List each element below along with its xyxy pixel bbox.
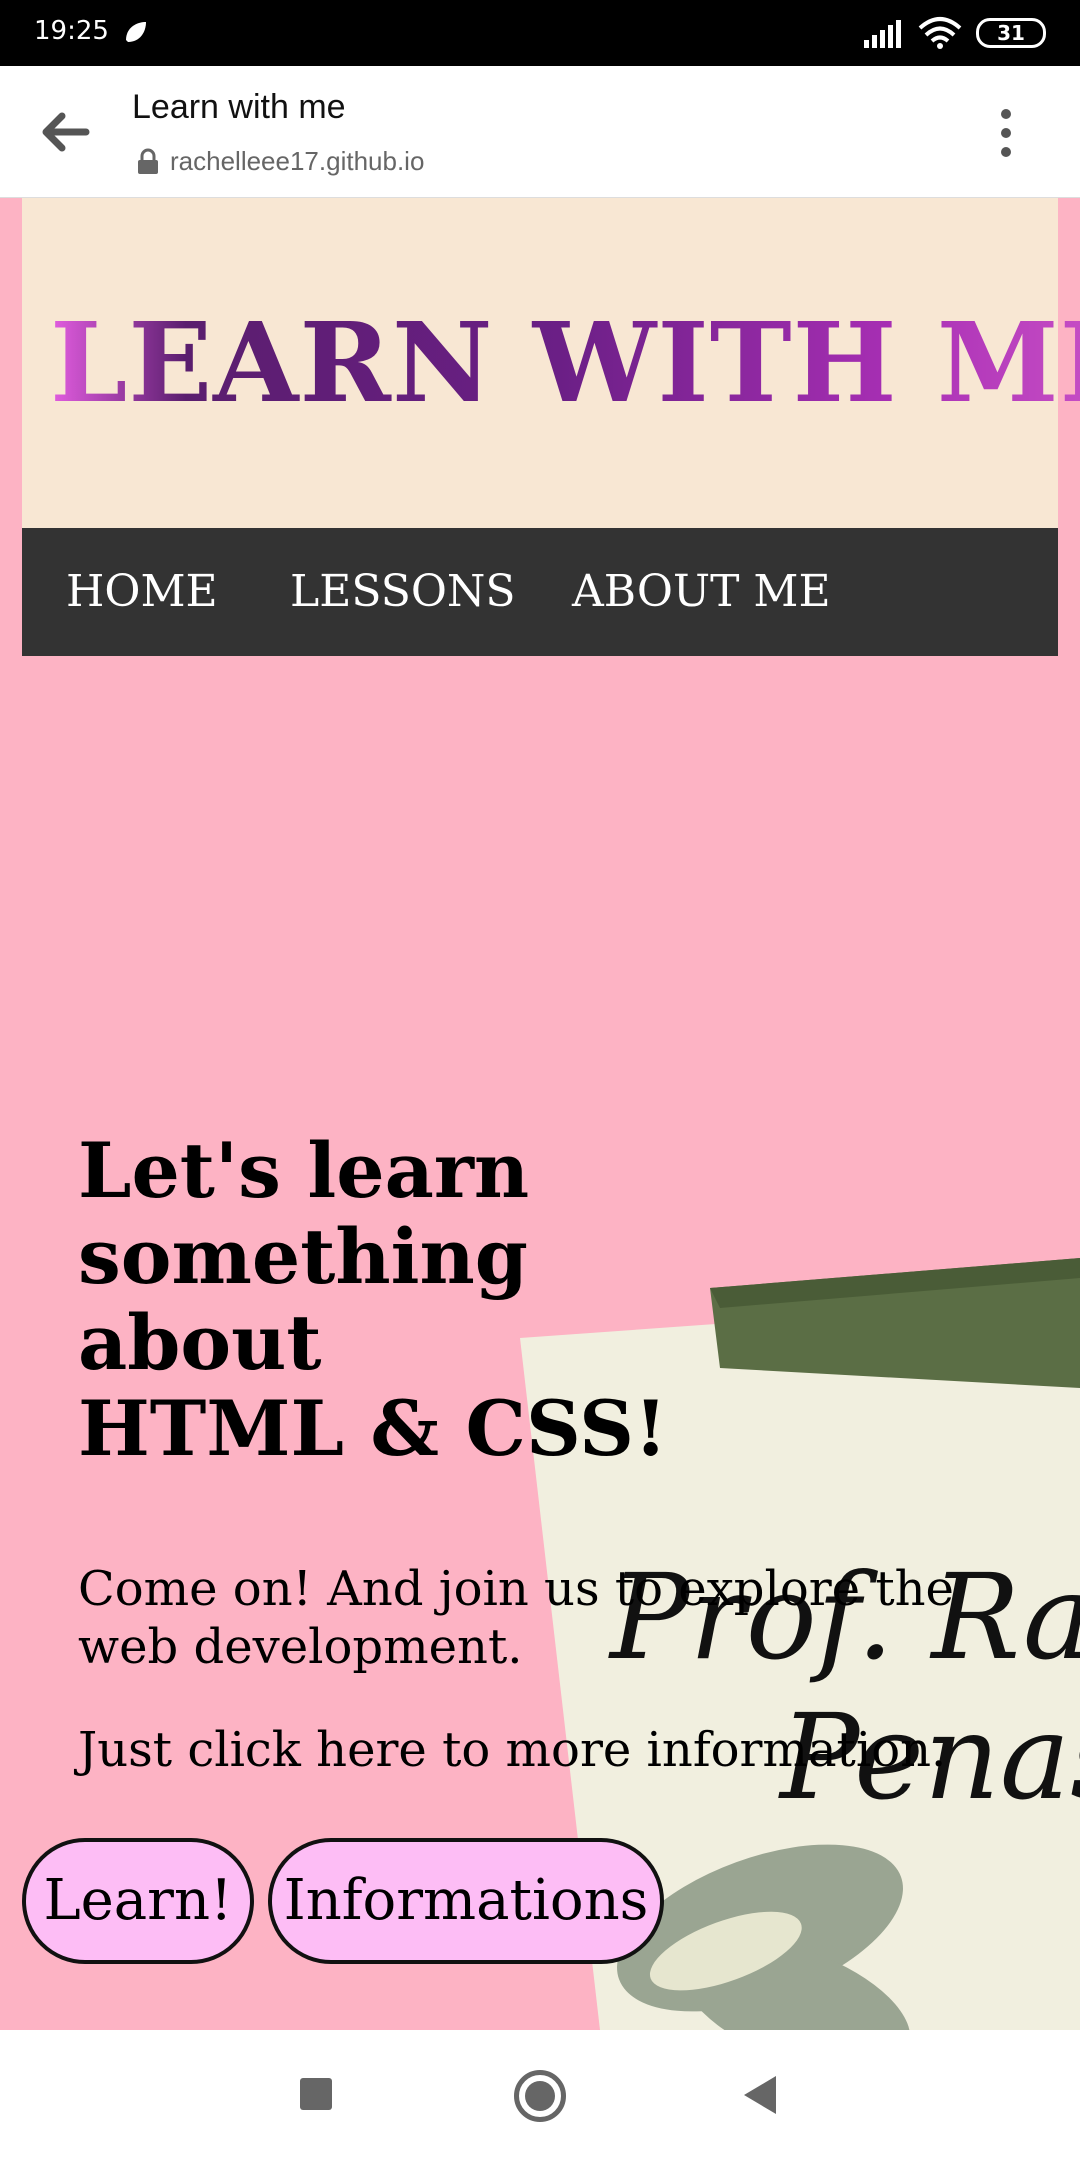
more-menu-icon[interactable] [996, 106, 1016, 160]
battery-level: 31 [997, 21, 1025, 45]
system-navigation-bar [0, 2030, 1080, 2160]
site-title: LEARN WITH ME. [50, 298, 1080, 427]
browser-toolbar: Learn with me rachelleee17.github.io [0, 66, 1080, 198]
hero-lead-more-info: Just click here to more information. [78, 1722, 947, 1778]
hero-headline: Let's learn something about HTML & CSS! [78, 1128, 978, 1472]
url-text[interactable]: rachelleee17.github.io [170, 146, 424, 177]
nav-home[interactable]: HOME [66, 566, 218, 617]
informations-button[interactable]: Informations [268, 1838, 664, 1964]
learn-button[interactable]: Learn! [22, 1838, 254, 1964]
back-icon[interactable] [744, 2076, 776, 2114]
wifi-icon [918, 17, 962, 49]
nav-about-me[interactable]: ABOUT ME [572, 566, 831, 617]
page-title: Learn with me [132, 88, 346, 126]
back-arrow-icon[interactable] [36, 106, 92, 158]
hero-lead: Come on! And join us to explore the web … [78, 1561, 954, 1675]
nav-lessons[interactable]: LESSONS [290, 566, 516, 617]
site-nav: HOME LESSONS ABOUT ME [22, 528, 1058, 656]
site-header: LEARN WITH ME. [22, 198, 1080, 528]
recent-apps-icon[interactable] [300, 2078, 332, 2110]
status-time: 19:25 [34, 16, 109, 46]
web-page: LEARN WITH ME. HOME LESSONS ABOUT ME Pro… [0, 198, 1080, 2030]
hero-headline-line3: HTML & CSS! [78, 1384, 668, 1473]
home-icon[interactable] [514, 2070, 566, 2122]
signal-icon [864, 20, 901, 48]
lock-icon [138, 148, 158, 174]
hero-headline-line1: Let's learn something [78, 1126, 530, 1301]
hero-headline-line2: about [78, 1298, 322, 1387]
battery-icon: 31 [976, 18, 1046, 48]
status-bar: 19:25 31 [0, 0, 1080, 66]
notification-icon [126, 22, 146, 42]
